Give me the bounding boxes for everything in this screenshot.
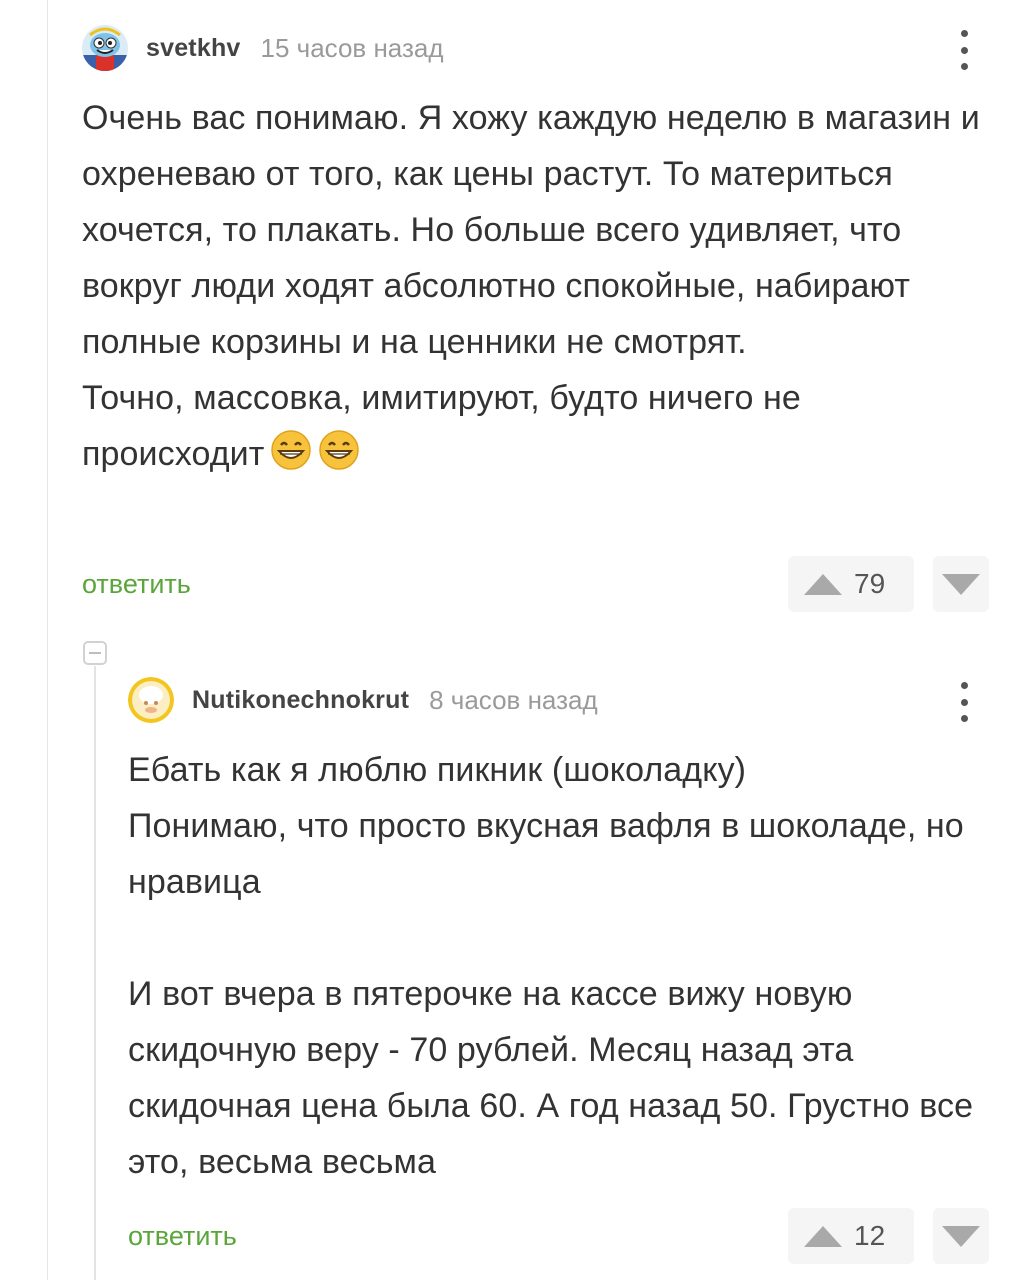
- reply-link[interactable]: ответить: [128, 1208, 237, 1264]
- more-vertical-icon[interactable]: [954, 30, 974, 70]
- gutter-line: [47, 0, 48, 1280]
- comment: svetkhv 15 часов назад Очень вас понимаю…: [82, 22, 992, 482]
- comment-paragraph: Ебать как я люблю пикник (шоколадку): [128, 751, 747, 789]
- grinning-emoji-icon: [271, 430, 312, 470]
- username[interactable]: Nutikonechnokrut: [192, 686, 409, 715]
- comment-reply: Nutikonechnokrut 8 часов назад Ебать как…: [128, 674, 992, 1190]
- rating-count: 79: [854, 568, 886, 599]
- comments-page: svetkhv 15 часов назад Очень вас понимаю…: [0, 0, 1024, 1280]
- comment-header: svetkhv 15 часов назад: [82, 22, 992, 74]
- timestamp: 15 часов назад: [260, 32, 444, 63]
- avatar[interactable]: [82, 25, 128, 71]
- arrow-up-icon: [804, 573, 842, 595]
- downvote-button[interactable]: [933, 1208, 989, 1264]
- avatar-image: [128, 677, 174, 723]
- rating-count: 12: [854, 1220, 886, 1251]
- collapse-minus-icon[interactable]: [83, 641, 107, 665]
- comment-header: Nutikonechnokrut 8 часов назад: [128, 674, 992, 726]
- timestamp: 8 часов назад: [429, 684, 598, 715]
- downvote-button[interactable]: [933, 556, 989, 612]
- upvote-button[interactable]: 12: [788, 1208, 914, 1264]
- comment-actions: ответить 79: [0, 556, 1024, 612]
- comment-paragraph-with-emoji: Точно, массовка, имитируют, будто ничего…: [82, 370, 992, 482]
- arrow-down-icon: [942, 1225, 980, 1247]
- arrow-up-icon: [804, 1225, 842, 1247]
- grinning-emoji-icon: [319, 430, 360, 470]
- arrow-down-icon: [942, 573, 980, 595]
- thread-line[interactable]: [94, 666, 96, 1280]
- avatar-image: [82, 25, 128, 71]
- comment-actions: ответить 12: [0, 1208, 1024, 1264]
- avatar[interactable]: [128, 677, 174, 723]
- more-vertical-icon[interactable]: [954, 682, 974, 722]
- comment-paragraph: Точно, массовка, имитируют, будто ничего…: [82, 379, 801, 473]
- upvote-button[interactable]: 79: [788, 556, 914, 612]
- comment-text: Очень вас понимаю. Я хожу каждую неделю …: [82, 90, 992, 482]
- reply-link[interactable]: ответить: [82, 556, 191, 612]
- username[interactable]: svetkhv: [146, 34, 241, 63]
- comment-paragraph: Понимаю, что просто вкусная вафля в шоко…: [128, 807, 964, 901]
- comment-paragraph: Очень вас понимаю. Я хожу каждую неделю …: [82, 99, 980, 361]
- comment-paragraph: И вот вчера в пятерочке на кассе вижу но…: [128, 975, 974, 1181]
- comment-text: Ебать как я люблю пикник (шоколадку) Пон…: [128, 742, 992, 1190]
